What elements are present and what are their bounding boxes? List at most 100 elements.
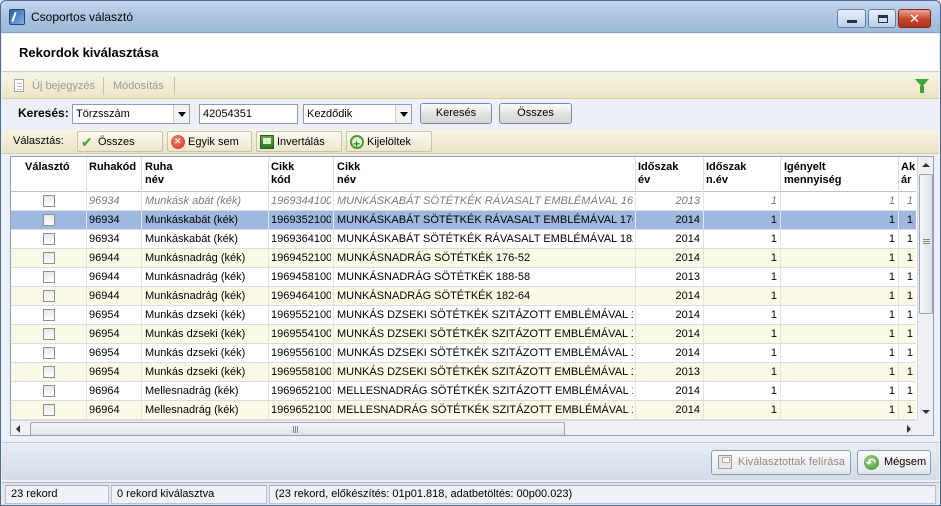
select-all-label: Összes — [98, 136, 135, 148]
cell-price: 1 — [906, 347, 913, 359]
horizontal-scrollbar[interactable] — [11, 420, 917, 435]
search-input[interactable]: 42054351 — [199, 104, 298, 124]
cell-requested-qty: 1 — [888, 252, 895, 264]
close-button[interactable]: ✕ — [898, 9, 931, 28]
select-none-button[interactable]: Egyik sem — [167, 131, 252, 152]
cell-clothing-code: 96964 — [89, 385, 120, 397]
cell-period-quarter: 1 — [770, 233, 777, 245]
table-row[interactable]: 96934 Munkáskabát (kék) 1969364100 MUNKÁSKA… — [11, 230, 916, 249]
cell-period-year: 2014 — [675, 214, 700, 226]
cell-requested-qty: 1 — [888, 233, 895, 245]
cell-period-quarter: 1 — [770, 252, 777, 264]
selected-count: 0 rekord kiválasztva — [111, 485, 267, 504]
undo-icon — [864, 452, 879, 475]
column-header-clothing-code[interactable]: Ruhakód — [89, 161, 136, 174]
new-entry-button[interactable]: Új bejegyzés — [12, 78, 95, 94]
row-checkbox[interactable] — [43, 347, 55, 359]
cell-item-code: 1969458100 — [271, 271, 331, 283]
row-checkbox[interactable] — [43, 290, 55, 302]
cell-clothing-name: Munkásnadrág (kék) — [145, 252, 246, 264]
cell-requested-qty: 1 — [888, 347, 895, 359]
row-checkbox[interactable] — [43, 366, 55, 378]
table-row[interactable]: 96954 Munkás dzseki (kék) 1969556100 MUNKÁS… — [11, 344, 916, 363]
row-checkbox[interactable] — [43, 233, 55, 245]
cell-period-quarter: 1 — [770, 385, 777, 397]
table-row[interactable]: 96964 Mellesnadrág (kék) 1969652100 MELLESN… — [11, 382, 916, 401]
row-checkbox[interactable] — [43, 195, 55, 207]
checkmark-icon — [81, 132, 95, 153]
column-header-clothing-name[interactable]: Ruha név — [145, 161, 173, 187]
cell-price: 1 — [906, 271, 913, 283]
search-button[interactable]: Keresés — [420, 103, 492, 124]
show-all-button[interactable]: Összes — [499, 103, 572, 124]
cancel-circle-icon — [171, 134, 185, 149]
vertical-scroll-thumb[interactable] — [919, 174, 933, 314]
row-checkbox[interactable] — [43, 252, 55, 264]
table-row[interactable]: 96944 Munkásnadrág (kék) 1969452100 MUNKÁSN… — [11, 249, 916, 268]
row-checkbox[interactable] — [43, 309, 55, 321]
filter-icon[interactable] — [914, 78, 930, 94]
cell-item-code: 1969344100 — [271, 195, 331, 207]
horizontal-scroll-thumb[interactable] — [30, 422, 565, 435]
column-header-item-code[interactable]: Cikk kód — [271, 161, 294, 187]
table-row[interactable]: 96954 Munkás dzseki (kék) 1969558100 MUNKÁS… — [11, 363, 916, 382]
cell-clothing-name: Munkáskabát (kék) — [145, 214, 238, 226]
cell-price: 1 — [906, 404, 913, 416]
row-checkbox[interactable] — [43, 328, 55, 340]
column-header-requested-qty[interactable]: Igényelt mennyiség — [784, 161, 841, 187]
cell-clothing-name: Munkás dzseki (kék) — [145, 328, 246, 340]
scroll-right-icon[interactable] — [901, 421, 917, 435]
row-checkbox[interactable] — [43, 271, 55, 283]
cell-item-code: 1969652100 — [271, 404, 331, 416]
column-header-price[interactable]: Ak ár — [901, 161, 915, 187]
minimize-button[interactable] — [837, 9, 866, 28]
modify-button[interactable]: Módosítás — [113, 78, 164, 94]
title-bar[interactable]: Csoportos választó ✕ — [1, 1, 940, 33]
cell-item-code: 1969556100 — [271, 347, 331, 359]
select-all-button[interactable]: Összes — [77, 131, 163, 153]
table-row[interactable]: 96954 Munkás dzseki (kék) 1969552100 MUNKÁS… — [11, 306, 916, 325]
scroll-up-icon[interactable] — [918, 157, 933, 173]
cell-requested-qty: 1 — [888, 328, 895, 340]
search-field-value: Törzsszám — [76, 108, 130, 120]
column-header-period-quarter[interactable]: Időszak n.év — [706, 161, 746, 187]
table-row[interactable]: 96934 Munkáskabát (kék) 1969352100 MUNKÁSKA… — [11, 211, 916, 230]
cell-clothing-name: Munkás dzseki (kék) — [145, 347, 246, 359]
chevron-down-icon[interactable] — [173, 105, 189, 123]
window-title: Csoportos választó — [31, 10, 134, 24]
search-field-select[interactable]: Törzsszám — [72, 104, 190, 124]
row-checkbox[interactable] — [43, 214, 55, 226]
chevron-down-icon[interactable] — [395, 105, 411, 123]
cancel-button[interactable]: Mégsem — [857, 450, 931, 475]
cell-item-code: 1969652100 — [271, 385, 331, 397]
scroll-left-icon[interactable] — [11, 421, 27, 435]
save-selected-button[interactable]: Kiválasztottak felírása — [711, 450, 851, 475]
cell-requested-qty: 1 — [888, 385, 895, 397]
column-header-item-name[interactable]: Cikk név — [337, 161, 360, 187]
table-row[interactable]: 96944 Munkásnadrág (kék) 1969464100 MUNKÁSN… — [11, 287, 916, 306]
maximize-button[interactable] — [868, 9, 896, 28]
table-row[interactable]: 96964 Mellesnadrág (kék) 1969652100 MELLESN… — [11, 401, 916, 420]
minimize-icon — [847, 20, 857, 23]
column-header-selector[interactable]: Választó — [25, 161, 70, 174]
cell-period-quarter: 1 — [770, 271, 777, 283]
row-checkbox[interactable] — [43, 385, 55, 397]
cell-period-year: 2014 — [675, 252, 700, 264]
column-header-period-year[interactable]: Időszak év — [638, 161, 678, 187]
row-checkbox[interactable] — [43, 404, 55, 416]
cell-clothing-code: 96944 — [89, 271, 120, 283]
cell-period-quarter: 1 — [770, 328, 777, 340]
search-mode-select[interactable]: Kezdődik — [303, 104, 412, 124]
table-row[interactable]: 96954 Munkás dzseki (kék) 1969554100 MUNKÁS… — [11, 325, 916, 344]
cell-item-code: 1969352100 — [271, 214, 331, 226]
cell-price: 1 — [906, 195, 913, 207]
cell-period-quarter: 1 — [770, 404, 777, 416]
table-row[interactable]: 96944 Munkásnadrág (kék) 1969458100 MUNKÁSN… — [11, 268, 916, 287]
scroll-down-icon[interactable] — [918, 404, 933, 420]
invert-selection-button[interactable]: Invertálás — [256, 131, 342, 152]
selected-only-button[interactable]: Kijelöltek — [346, 131, 432, 155]
records-grid[interactable]: Választó Ruhakód Ruha név Cikk kód Cikk név… — [10, 156, 934, 436]
vertical-scrollbar[interactable] — [917, 157, 933, 420]
dialog-footer: Kiválasztottak felírása Mégsem — [2, 442, 939, 480]
table-row[interactable]: 96934 Munkásk abát (kék) 1969344100 MUNKÁSK… — [11, 192, 916, 211]
